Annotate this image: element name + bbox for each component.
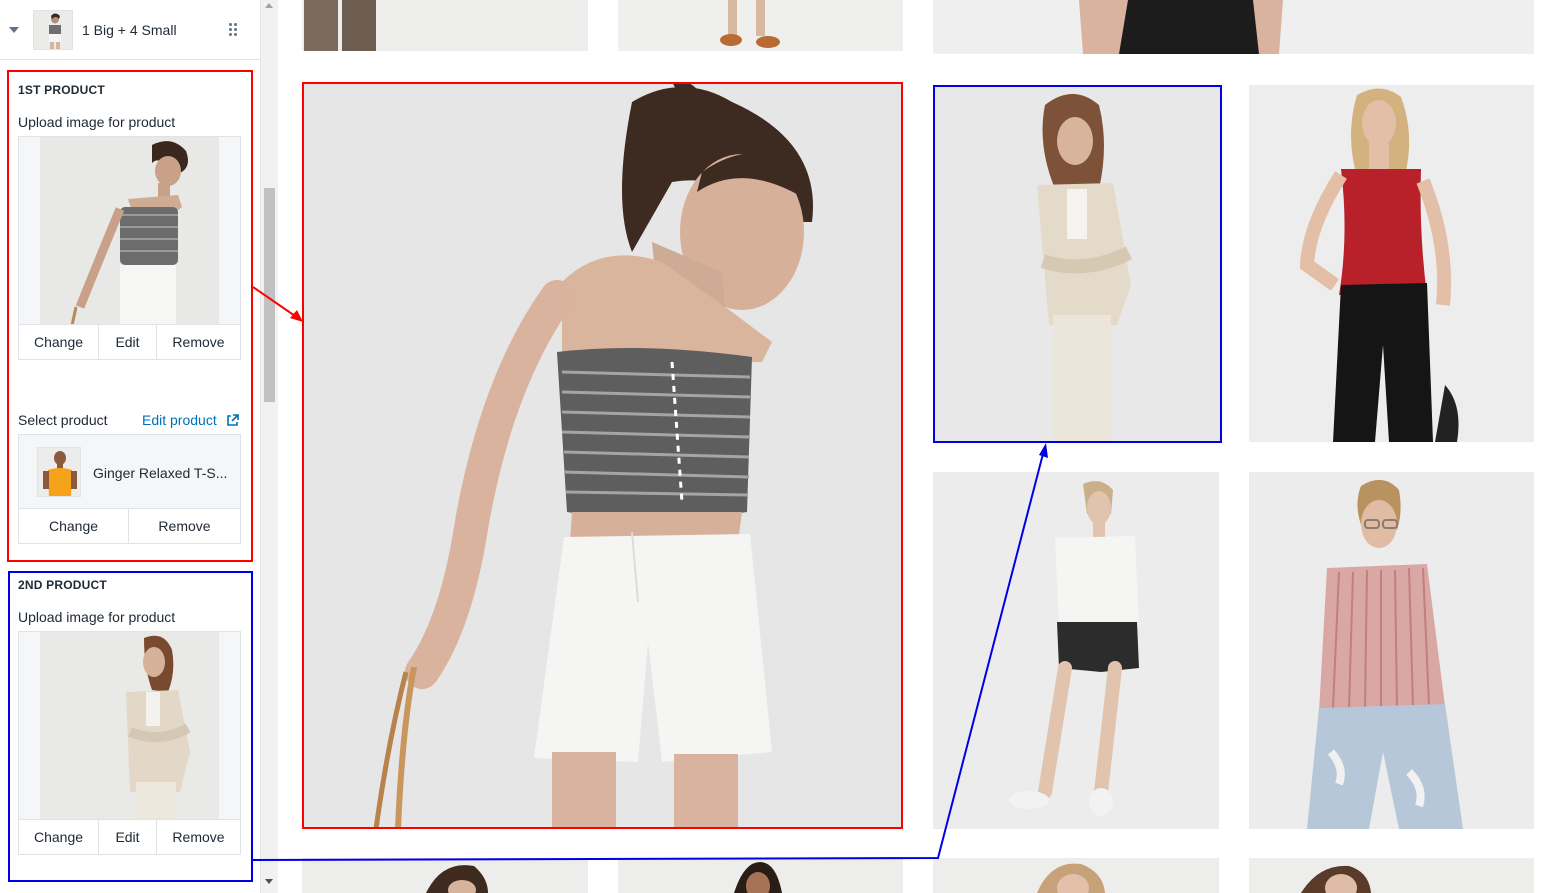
grid-photo-bottom-4[interactable] <box>1249 858 1534 893</box>
first-image-picker: Change Edit Remove <box>18 136 241 360</box>
grid-product-image-5[interactable] <box>1249 472 1534 829</box>
scroll-thumb[interactable] <box>264 188 275 402</box>
grid-product-image-4[interactable] <box>933 472 1219 829</box>
change-image-button[interactable]: Change <box>19 325 99 359</box>
edit-image-button[interactable]: Edit <box>99 820 157 854</box>
selected-product-card: Ginger Relaxed T-S... Change Remove <box>18 434 241 544</box>
select-product-label: Select product <box>18 412 108 428</box>
change-product-button[interactable]: Change <box>19 509 129 543</box>
selected-product-thumbnail <box>37 447 81 497</box>
block-title: 1 Big + 4 Small <box>82 22 177 38</box>
scroll-down-icon[interactable] <box>265 879 273 884</box>
product-buttons: Change Remove <box>19 508 240 543</box>
grid-photo-bottom-1[interactable] <box>302 858 588 893</box>
edit-image-button[interactable]: Edit <box>99 325 157 359</box>
first-upload-label: Upload image for product <box>18 114 176 130</box>
featured-product-image[interactable] <box>302 82 903 829</box>
grid-photo-top-right[interactable] <box>933 0 1534 54</box>
drag-handle-icon[interactable] <box>229 23 239 37</box>
external-link-icon[interactable] <box>226 414 239 427</box>
scroll-up-icon[interactable] <box>265 3 273 8</box>
grid-product-image-3[interactable] <box>1249 85 1534 442</box>
selected-product-name: Ginger Relaxed T-S... <box>93 465 228 481</box>
second-upload-label: Upload image for product <box>18 609 176 625</box>
remove-image-button[interactable]: Remove <box>157 820 240 854</box>
grid-photo-bottom-2[interactable] <box>618 858 903 893</box>
first-product-heading: 1ST PRODUCT <box>18 83 105 97</box>
second-product-heading: 2ND PRODUCT <box>18 578 107 592</box>
remove-image-button[interactable]: Remove <box>157 325 240 359</box>
grid-photo-bottom-3[interactable] <box>933 858 1219 893</box>
second-image-picker: Change Edit Remove <box>18 631 241 855</box>
sidebar-scrollbar[interactable] <box>261 0 278 893</box>
grid-photo-top-middle[interactable] <box>618 0 903 51</box>
block-thumbnail <box>33 10 73 50</box>
grid-photo-top-left[interactable] <box>302 0 588 51</box>
edit-product-link[interactable]: Edit product <box>142 412 217 428</box>
first-image-buttons: Change Edit Remove <box>19 324 240 359</box>
block-header[interactable]: 1 Big + 4 Small <box>0 0 260 60</box>
grid-product-image-2[interactable] <box>933 85 1221 443</box>
second-image-buttons: Change Edit Remove <box>19 819 240 854</box>
remove-product-button[interactable]: Remove <box>129 509 240 543</box>
blue-arrowhead-icon <box>1039 443 1048 458</box>
settings-sidebar: 1 Big + 4 Small 1ST PRODUCT Upload image… <box>0 0 261 893</box>
change-image-button[interactable]: Change <box>19 820 99 854</box>
caret-down-icon[interactable] <box>9 27 19 33</box>
